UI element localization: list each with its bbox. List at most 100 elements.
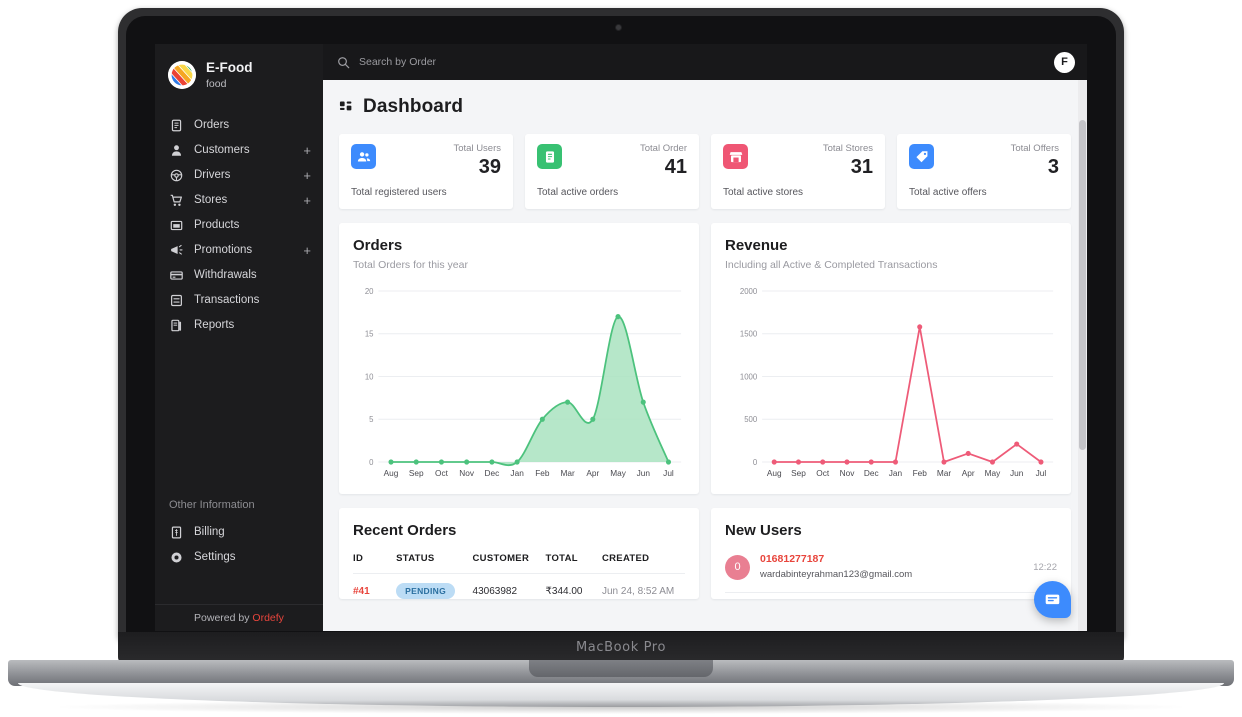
column-header-total: TOTAL (545, 553, 578, 565)
recent-orders-table: ID STATUS CUSTOMER TOTAL CREATED #41 PEN… (353, 553, 685, 600)
exchange-icon (169, 293, 184, 308)
cell-created: Jun 24, 8:52 AM (601, 573, 685, 600)
report-icon (169, 318, 184, 333)
clipboard-icon (169, 118, 184, 133)
svg-text:Dec: Dec (485, 468, 500, 478)
sidebar-item-label: Reports (194, 319, 235, 332)
expand-plus-icon[interactable]: + (303, 244, 311, 257)
revenue-chart-title: Revenue (725, 237, 788, 255)
svg-text:2000: 2000 (740, 287, 758, 296)
cell-status: PENDING (396, 573, 473, 600)
svg-text:Sep: Sep (791, 468, 806, 478)
svg-text:May: May (985, 468, 1001, 478)
steering-icon (169, 168, 184, 183)
recent-orders-panel: Recent Orders ID STATUS CUSTOMER TOTAL C… (339, 508, 699, 600)
orders-chart-panel: Orders Total Orders for this year 0 5 10 15… (339, 223, 699, 495)
stat-label: Total Offers (1010, 143, 1059, 154)
svg-text:Feb: Feb (535, 468, 550, 478)
sidebar-item-stores[interactable]: Stores + (155, 188, 323, 213)
svg-text:1500: 1500 (740, 330, 758, 339)
sidebar-item-drivers[interactable]: Drivers + (155, 163, 323, 188)
sidebar-item-promotions[interactable]: Promotions + (155, 238, 323, 263)
svg-text:1000: 1000 (740, 372, 758, 381)
chat-bubble-button[interactable] (1034, 581, 1071, 618)
sidebar-item-transactions[interactable]: Transactions (155, 288, 323, 313)
laptop-shadow (60, 700, 1182, 714)
sidebar-item-label: Settings (194, 551, 236, 564)
sidebar-item-billing[interactable]: Billing (155, 520, 323, 545)
other-information-heading: Other Information (169, 498, 255, 511)
sidebar-item-label: Customers (194, 144, 250, 157)
efood-logo-icon (168, 61, 196, 90)
stat-card-total-offers[interactable]: Total Offers 3 Total active offers (897, 134, 1071, 210)
ordefy-link[interactable]: Ordefy (252, 612, 284, 624)
stat-label: Total Users (453, 143, 501, 154)
stat-card-total-order[interactable]: Total Order 41 Total active orders (525, 134, 699, 210)
sidebar: E-Food food Orders Customers + Drivers +… (155, 44, 323, 631)
orders-chart-title: Orders (353, 237, 403, 255)
grid-icon (339, 100, 354, 115)
page-title-text: Dashboard (363, 96, 464, 117)
sidebar-item-label: Withdrawals (194, 269, 257, 282)
expand-plus-icon[interactable]: + (303, 194, 311, 207)
dashboard-content: Dashboard Total Users 39 Total registere… (323, 80, 1087, 631)
stat-cards: Total Users 39 Total registered users To… (339, 134, 1071, 210)
orders-chart-subtitle: Total Orders for this year (353, 259, 468, 272)
cell-order-id[interactable]: #41 (353, 573, 397, 600)
user-time: 12:22 (1033, 561, 1057, 573)
table-row[interactable]: #41 PENDING 43063982 ₹344.00 Jun 24, 8:5… (353, 573, 685, 600)
scrollbar-thumb[interactable] (1079, 120, 1086, 450)
svg-text:Aug: Aug (767, 468, 782, 478)
stat-card-total-users[interactable]: Total Users 39 Total registered users (339, 134, 513, 210)
powered-by-text: Powered by (194, 612, 253, 624)
scrollbar-track[interactable] (1078, 80, 1087, 631)
chat-bubble-icon (1045, 594, 1060, 605)
svg-text:Mar: Mar (560, 468, 574, 478)
macbook-frame: E-Food food Orders Customers + Drivers +… (0, 0, 1242, 717)
search-input[interactable] (359, 56, 1054, 68)
sidebar-item-settings[interactable]: Settings (155, 545, 323, 570)
store-icon (723, 144, 748, 169)
cart-icon (169, 193, 184, 208)
column-header-customer: CUSTOMER (472, 553, 530, 565)
table-header-row: ID STATUS CUSTOMER TOTAL CREATED (353, 553, 685, 574)
sidebar-item-products[interactable]: Products (155, 213, 323, 238)
sidebar-item-withdrawals[interactable]: Withdrawals (155, 263, 323, 288)
sidebar-item-customers[interactable]: Customers + (155, 138, 323, 163)
screen: E-Food food Orders Customers + Drivers +… (155, 44, 1087, 631)
stat-description: Total active stores (723, 187, 804, 199)
sidebar-item-reports[interactable]: Reports (155, 313, 323, 338)
recent-orders-title: Recent Orders (353, 522, 457, 540)
stat-description: Total active orders (537, 187, 619, 199)
brand-header[interactable]: E-Food food (155, 44, 323, 107)
svg-text:Mar: Mar (937, 468, 951, 478)
stat-card-total-stores[interactable]: Total Stores 31 Total active stores (711, 134, 885, 210)
svg-text:Dec: Dec (864, 468, 879, 478)
svg-text:10: 10 (365, 372, 374, 381)
app-window: E-Food food Orders Customers + Drivers +… (155, 44, 1087, 631)
expand-plus-icon[interactable]: + (303, 169, 311, 182)
user-email: wardabinteyrahman123@gmail.com (760, 568, 913, 580)
cell-total: ₹344.00 (545, 573, 602, 600)
svg-text:Jul: Jul (1036, 468, 1047, 478)
list-item[interactable]: 0 01681277187 wardabinteyrahman123@gmail… (725, 553, 1057, 592)
bottom-panels: Recent Orders ID STATUS CUSTOMER TOTAL C… (339, 508, 1071, 600)
user-phone[interactable]: 01681277187 (760, 553, 1023, 567)
revenue-chart: 0 500 1000 1500 2000 Aug Sep Oct Nov Dec Jan Feb Mar… (725, 281, 1057, 486)
sidebar-nav: Orders Customers + Drivers + Stores + Pr… (155, 107, 323, 338)
sidebar-item-orders[interactable]: Orders (155, 113, 323, 138)
orders-chart: 0 5 10 15 20 Aug Sep Oct Nov Dec Jan Feb Mar Apr May Ju… (353, 281, 685, 486)
sidebar-item-label: Billing (194, 526, 225, 539)
user-icon (169, 143, 184, 158)
svg-text:Nov: Nov (840, 468, 856, 478)
svg-text:Jun: Jun (637, 468, 651, 478)
users-icon (351, 144, 376, 169)
stat-value: 3 (1047, 155, 1059, 178)
sidebar-item-label: Drivers (194, 169, 231, 182)
svg-text:0: 0 (369, 458, 374, 467)
sidebar-item-label: Orders (194, 119, 230, 132)
svg-text:Apr: Apr (586, 468, 599, 478)
expand-plus-icon[interactable]: + (303, 144, 311, 157)
user-avatar[interactable]: F (1054, 51, 1075, 73)
svg-text:5: 5 (369, 415, 374, 424)
